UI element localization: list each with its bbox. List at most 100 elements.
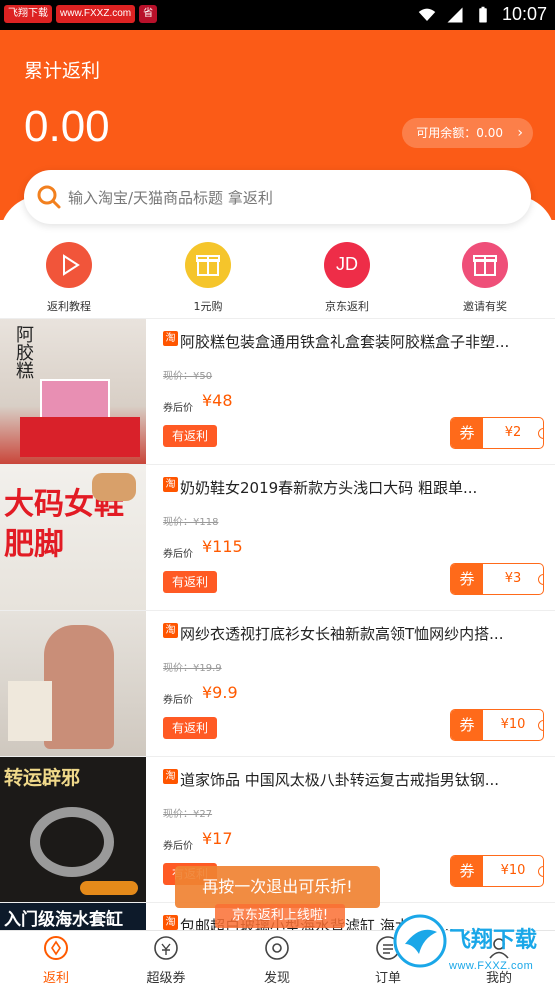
quick-label: 返利教程: [47, 300, 91, 313]
product-row[interactable]: 大码女鞋肥脚 淘 奶奶鞋女2019春新款方头浅口大码 粗跟单... 现价：¥11…: [0, 464, 555, 610]
quick-label: 京东返利: [325, 300, 369, 313]
total-rebate-amount: 0.00: [24, 102, 110, 151]
after-coupon-label: 券后价: [163, 403, 193, 414]
coupon-button[interactable]: 券 ¥2: [450, 417, 544, 449]
after-coupon-label: 券后价: [163, 695, 193, 706]
jd-icon-text: JD: [336, 254, 358, 274]
taobao-icon: 淘: [163, 477, 178, 492]
taobao-icon: 淘: [163, 331, 178, 346]
gift-icon: [462, 242, 508, 288]
notification-badge: 省: [139, 5, 158, 23]
nav-rebate[interactable]: 返利: [6, 935, 106, 986]
taobao-icon: 淘: [163, 623, 178, 638]
quick-actions: 返利教程 1元购 JD 京东返利 邀请有奖: [0, 238, 555, 318]
thumb-text: 入门级海水套缸: [4, 910, 123, 930]
quick-invite[interactable]: 邀请有奖: [435, 238, 535, 314]
search-bar[interactable]: 输入淘宝/天猫商品标题 拿返利: [24, 170, 531, 224]
product-title: 网纱衣透视打底衫女长袖新款高领T恤网纱内搭...: [180, 625, 504, 643]
buy-tag: [80, 881, 138, 895]
product-row[interactable]: 阿胶糕 淘 阿胶糕包装盒通用铁盒礼盒套装阿胶糕盒子非塑... 现价：¥50 券后…: [0, 318, 555, 464]
coupon-button[interactable]: 券 ¥10: [450, 855, 544, 887]
nav-label: 发现: [263, 971, 290, 986]
after-coupon-price: ¥115: [202, 537, 243, 556]
thumb-text: 阿胶糕: [13, 325, 34, 379]
quick-one-yuan[interactable]: 1元购: [158, 238, 258, 314]
garment-shape: [8, 681, 52, 741]
product-title: 阿胶糕包装盒通用铁盒礼盒套装阿胶糕盒子非塑...: [180, 333, 510, 351]
coupon-value: ¥2: [504, 425, 522, 440]
ring-shape: [30, 807, 114, 877]
after-coupon-label: 券后价: [163, 841, 193, 852]
watermark-logo-icon: [393, 914, 447, 968]
coupon-value: ¥10: [500, 863, 526, 878]
product-row[interactable]: 淘 网纱衣透视打底衫女长袖新款高领T恤网纱内搭... 现价：¥19.9 券后价 …: [0, 610, 555, 756]
jd-banner: 京东返利上线啦!: [215, 904, 345, 928]
quick-label: 1元购: [193, 300, 223, 313]
coupon-label: 券: [451, 710, 483, 740]
total-rebate-label: 累计返利: [24, 60, 101, 82]
taobao-icon: 淘: [163, 769, 178, 784]
product-image: 大码女鞋肥脚: [0, 465, 146, 610]
rebate-icon: [44, 936, 68, 960]
coupon-notch: [538, 428, 543, 439]
gift-icon: [185, 242, 231, 288]
search-icon: [37, 185, 61, 209]
coupon-value: ¥10: [500, 717, 526, 732]
product-image: 阿胶糕: [0, 319, 146, 464]
clock: 10:07: [501, 4, 547, 24]
quick-label: 邀请有奖: [463, 300, 507, 313]
play-icon: [46, 242, 92, 288]
nav-label: 返利: [42, 971, 69, 986]
coupon-value: ¥3: [504, 571, 522, 586]
coupon-label: 券: [451, 418, 483, 448]
product-title: 奶奶鞋女2019春新款方头浅口大码 粗跟单...: [180, 479, 478, 497]
product-image: [0, 611, 146, 756]
taobao-icon: 淘: [163, 915, 178, 930]
chevron-right-icon: ›: [517, 125, 523, 141]
garment-shape: [44, 625, 114, 749]
rebate-badge[interactable]: 有返利: [163, 425, 217, 447]
discover-icon: [265, 936, 289, 960]
quick-rebate-tutorial[interactable]: 返利教程: [19, 238, 119, 314]
wifi-icon: [418, 8, 436, 21]
jd-icon: JD: [324, 242, 370, 288]
notification-badge: 飞翔下载: [4, 5, 52, 23]
battery-icon: [479, 6, 487, 22]
product-image: 转运辟邪: [0, 757, 146, 902]
coupon-button[interactable]: 券 ¥3: [450, 563, 544, 595]
search-placeholder: 输入淘宝/天猫商品标题 拿返利: [68, 189, 273, 207]
original-price: 现价：¥27: [163, 809, 213, 820]
original-price: 现价：¥50: [163, 371, 213, 382]
watermark-text: 飞翔下载: [449, 928, 538, 953]
signal-icon: [447, 7, 463, 22]
exit-toast: 再按一次退出可乐折!: [175, 866, 380, 908]
product-box: [40, 379, 110, 419]
quick-jd-rebate[interactable]: JD 京东返利: [297, 238, 397, 314]
coupon-button[interactable]: 券 ¥10: [450, 709, 544, 741]
watermark-url: www.FXXZ.com: [449, 960, 534, 972]
rebate-badge[interactable]: 有返利: [163, 571, 217, 593]
notification-badge: www.FXXZ.com: [56, 5, 136, 23]
product-title: 道家饰品 中国风太极八卦转运复古戒指男钛钢...: [180, 771, 500, 789]
coupon-notch: [538, 866, 543, 877]
product-image: 入门级海水套缸: [0, 903, 146, 930]
original-price: 现价：¥118: [163, 517, 219, 528]
nav-super-coupon[interactable]: 超级券: [116, 935, 216, 986]
balance-text: 可用余额：0.00: [416, 126, 503, 140]
coupon-label: 券: [451, 856, 483, 886]
nav-label: 超级券: [146, 971, 186, 986]
coupon-icon: [154, 936, 178, 960]
balance-button[interactable]: 可用余额：0.00 ›: [402, 118, 533, 148]
after-coupon-price: ¥9.9: [202, 683, 238, 702]
after-coupon-price: ¥17: [202, 829, 233, 848]
original-price: 现价：¥19.9: [163, 663, 222, 674]
status-notifications: 飞翔下载 www.FXXZ.com 省: [4, 5, 158, 23]
watermark: 飞翔下载 www.FXXZ.com: [393, 912, 553, 988]
coupon-notch: [538, 574, 543, 585]
coupon-label: 券: [451, 564, 483, 594]
coupon-notch: [538, 720, 543, 731]
rebate-badge[interactable]: 有返利: [163, 717, 217, 739]
after-coupon-label: 券后价: [163, 549, 193, 560]
product-box: [20, 417, 140, 457]
nav-discover[interactable]: 发现: [227, 935, 327, 986]
